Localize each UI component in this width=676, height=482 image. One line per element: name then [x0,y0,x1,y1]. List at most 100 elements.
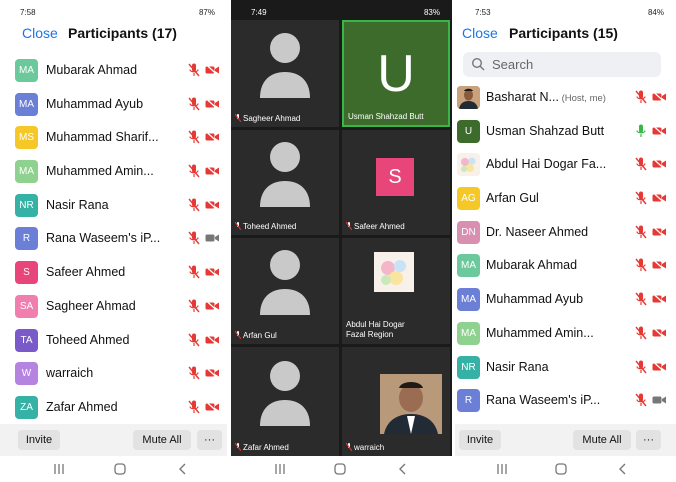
home-icon[interactable] [333,463,347,475]
bottom-toolbar: Invite Mute All ··· [0,424,227,456]
mic-muted-icon[interactable] [188,198,200,212]
video-tile[interactable]: Sagheer Ahmad [231,20,339,127]
mic-muted-icon [346,443,352,451]
mic-muted-icon[interactable] [188,299,200,313]
mic-muted-icon[interactable] [188,63,200,77]
camera-off-icon[interactable] [205,64,220,76]
participant-row[interactable]: MS Muhammad Sharif... [0,121,227,155]
video-tile[interactable]: warraich [342,347,450,456]
camera-off-icon[interactable] [205,400,220,413]
participant-row[interactable]: Wwarraich [0,357,227,391]
camera-off-icon[interactable] [652,326,667,339]
camera-off-icon[interactable] [205,266,220,279]
more-button[interactable]: ··· [636,430,661,450]
mic-on-icon[interactable] [635,124,647,138]
mic-muted-icon[interactable] [635,225,647,239]
participant-row[interactable]: R Rana Waseem's iP... [0,222,227,256]
recents-icon[interactable] [495,463,509,475]
camera-on-icon[interactable] [205,232,220,244]
camera-off-icon[interactable] [205,165,220,178]
back-icon[interactable] [396,463,410,475]
close-button[interactable]: Close [22,25,58,41]
participant-row[interactable]: NR Nasir Rana [455,351,676,385]
invite-button[interactable]: Invite [18,430,60,450]
camera-off-icon[interactable] [205,299,220,312]
participant-name-text: Nasir Rana [486,359,549,374]
participant-row[interactable]: U Usman Shahzad Butt [455,115,676,149]
participant-row[interactable]: TA Toheed Ahmed [0,324,227,358]
participant-row[interactable]: ZA Zafar Ahmed [0,391,227,425]
mic-muted-icon[interactable] [635,292,647,306]
camera-off-icon[interactable] [205,131,220,144]
home-icon[interactable] [113,463,127,475]
tile-name: warraich [346,443,384,452]
camera-off-icon[interactable] [652,192,667,205]
mute-all-button[interactable]: Mute All [133,430,191,450]
participant-name-text: Mubarak Ahmad [486,258,578,273]
recents-icon[interactable] [273,463,287,475]
mic-muted-icon[interactable] [188,130,200,144]
close-button[interactable]: Close [462,25,498,41]
mic-muted-icon[interactable] [188,366,200,380]
recents-icon[interactable] [52,463,66,475]
mic-muted-icon[interactable] [635,191,647,205]
video-tile[interactable]: Zafar Ahmed [231,347,339,456]
participant-name-text: Abdul Hai Dogar Fa... [486,157,607,172]
avatar: MA [15,92,38,116]
home-icon[interactable] [554,463,568,475]
participant-row[interactable]: MA Muhammed Amin... [455,317,676,351]
camera-off-icon[interactable] [205,198,220,211]
video-tile[interactable]: S Safeer Ahmed [342,130,450,235]
participant-row[interactable]: AG Arfan Gul [455,182,676,216]
participant-row[interactable]: MA Muhammad Ayub [455,283,676,317]
search-input[interactable]: Search [463,52,661,77]
camera-off-icon[interactable] [205,333,220,346]
participant-name: Muhammad Ayub [486,292,628,306]
mute-all-button[interactable]: Mute All [573,430,631,450]
mic-muted-icon[interactable] [188,97,200,111]
participant-name-text: Muhammad Ayub [46,96,144,111]
participant-row[interactable]: NR Nasir Rana [0,189,227,223]
camera-off-icon[interactable] [652,91,667,103]
participant-row[interactable]: Abdul Hai Dogar Fa... [455,148,676,182]
camera-off-icon[interactable] [652,158,667,171]
invite-button[interactable]: Invite [459,430,501,450]
mic-muted-icon[interactable] [188,400,200,414]
mic-muted-icon[interactable] [188,333,200,347]
participant-row[interactable]: S Safeer Ahmed [0,256,227,290]
participant-row[interactable]: SA Sagheer Ahmad [0,290,227,324]
video-tile-active-speaker[interactable]: U Usman Shahzad Butt [342,20,450,127]
video-tile[interactable]: Abdul Hai Dogar Fazal Region [342,238,450,344]
camera-off-icon[interactable] [652,124,667,137]
participant-row[interactable]: MA Muhammad Ayub [0,88,227,122]
mic-muted-icon[interactable] [635,157,647,171]
mic-muted-icon[interactable] [635,360,647,374]
mic-muted-icon[interactable] [635,90,647,104]
participant-row[interactable]: DN Dr. Naseer Ahmed [455,216,676,250]
mic-muted-icon[interactable] [188,164,200,178]
mic-muted-icon[interactable] [635,393,647,407]
camera-off-icon[interactable] [205,97,220,110]
video-tile[interactable]: Toheed Ahmed [231,130,339,235]
more-button[interactable]: ··· [197,430,222,450]
mic-muted-icon[interactable] [188,265,200,279]
participant-row[interactable]: MA Mubarak Ahmad [455,249,676,283]
gallery-view-panel: 7:49 83% Sagheer Ahmad U Usman Shahzad B… [231,0,452,482]
participant-row[interactable]: Basharat N... (Host, me) [455,81,676,115]
mic-muted-icon[interactable] [188,231,200,245]
back-icon[interactable] [176,463,190,475]
participant-row[interactable]: MA Mubarak Ahmad [0,54,227,88]
participant-row[interactable]: R Rana Waseem's iP... [455,384,676,418]
mic-muted-icon[interactable] [635,258,647,272]
mic-muted-icon[interactable] [635,326,647,340]
camera-off-icon[interactable] [652,360,667,373]
camera-on-icon[interactable] [652,394,667,406]
participant-name: Rana Waseem's iP... [486,393,628,407]
camera-off-icon[interactable] [652,259,667,272]
video-tile[interactable]: Arfan Gul [231,238,339,344]
camera-off-icon[interactable] [652,293,667,306]
participant-row[interactable]: MA Muhammed Amin... [0,155,227,189]
camera-off-icon[interactable] [652,225,667,238]
camera-off-icon[interactable] [205,367,220,380]
back-icon[interactable] [616,463,630,475]
